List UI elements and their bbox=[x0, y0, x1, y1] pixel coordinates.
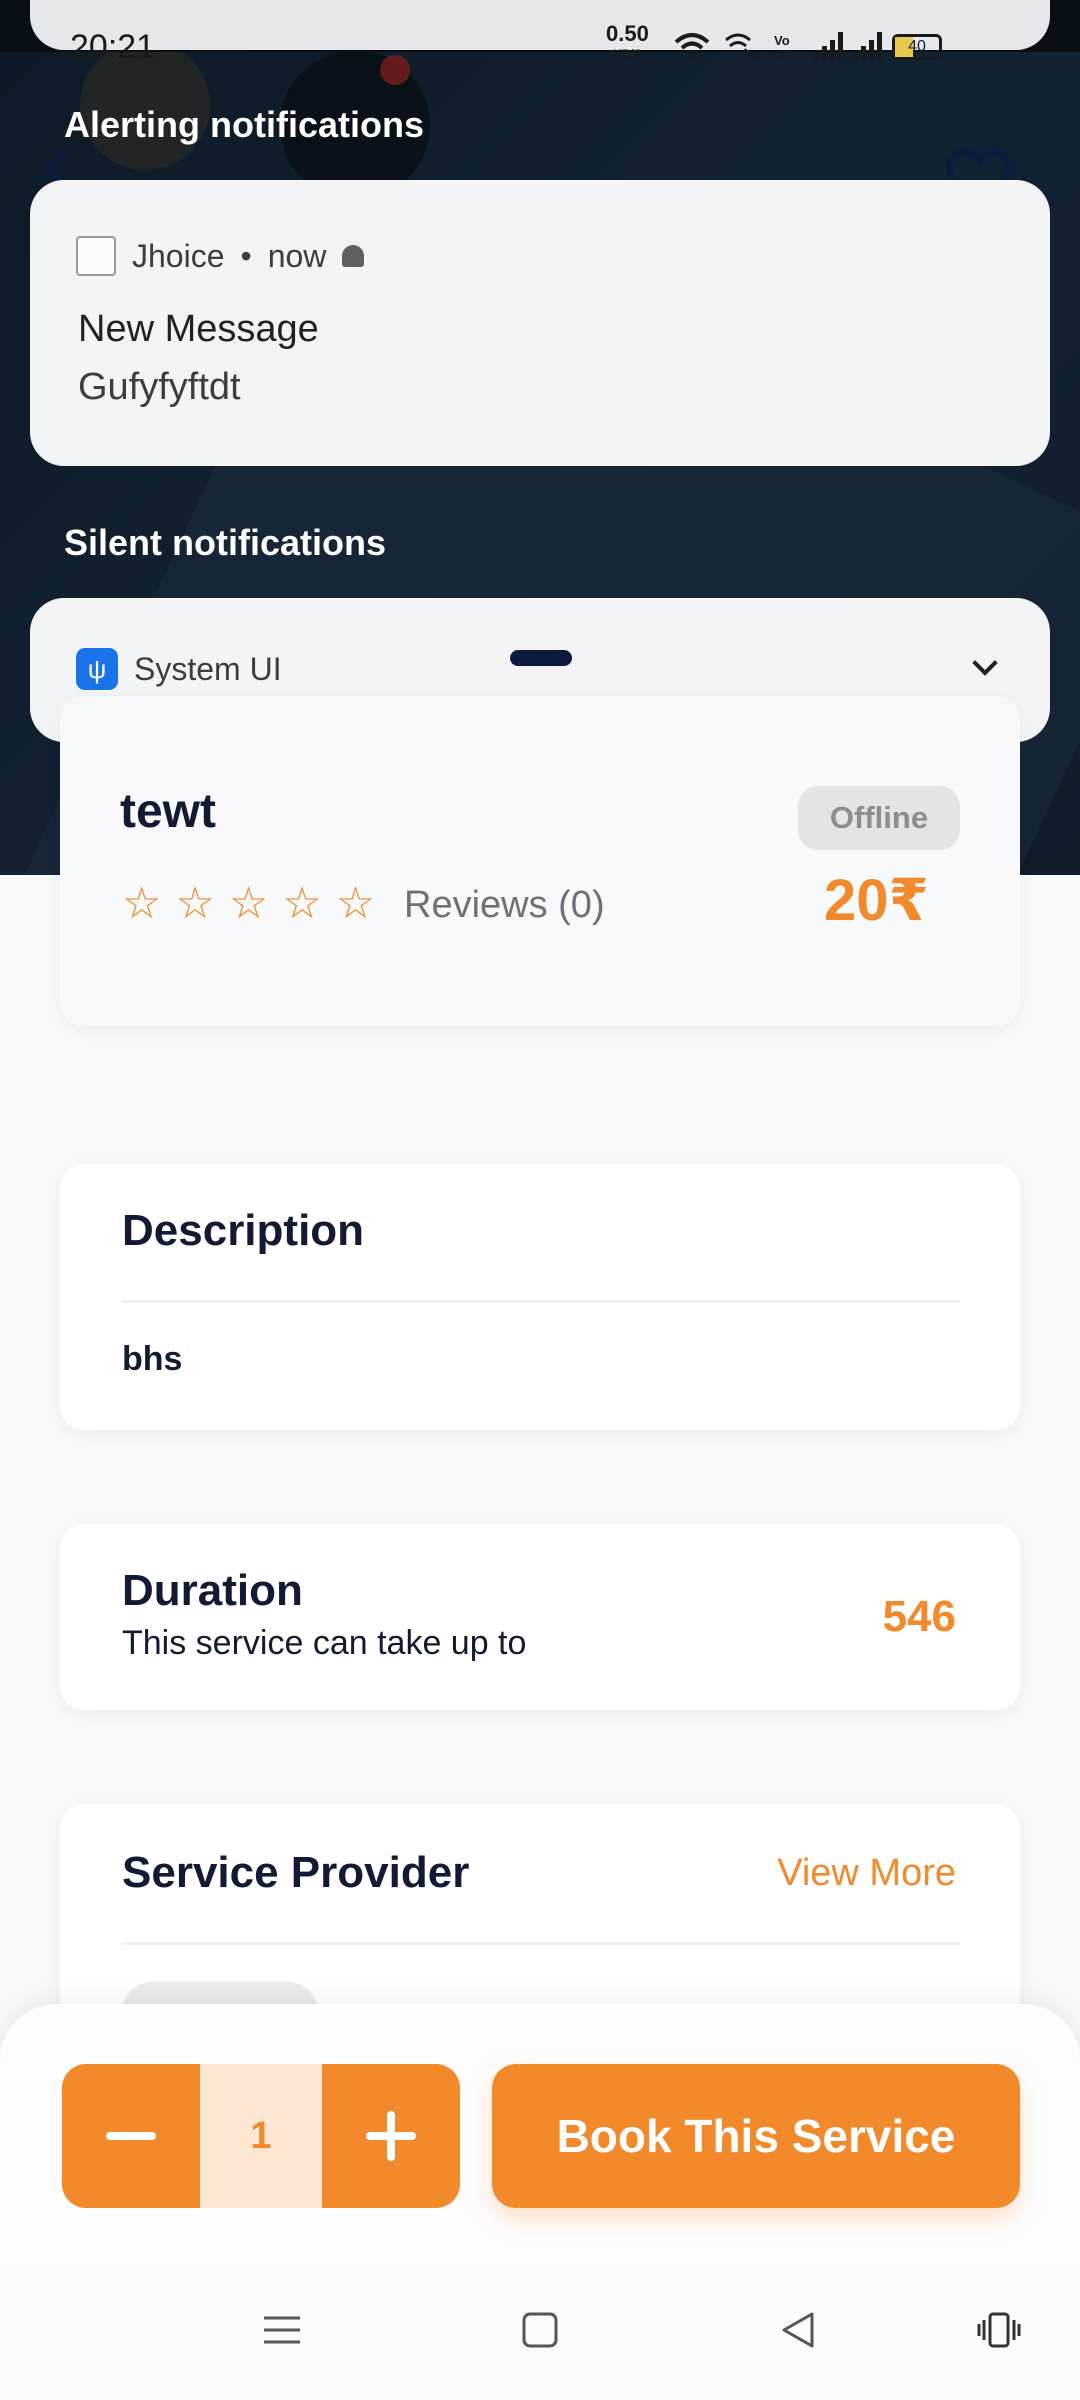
notification-text: Gufyfyftdt bbox=[78, 366, 241, 408]
provider-title: Service Provider bbox=[122, 1848, 470, 1897]
star-icon: ☆ bbox=[122, 879, 162, 928]
star-icon: ☆ bbox=[282, 879, 322, 928]
description-card: Description bhs bbox=[60, 1164, 1020, 1430]
svg-text:LTE: LTE bbox=[774, 49, 794, 60]
star-icon: ☆ bbox=[335, 879, 376, 928]
increase-quantity-button[interactable] bbox=[322, 2064, 460, 2208]
notification-app-name: Jhoice bbox=[132, 237, 225, 274]
notification-app-name: System UI bbox=[134, 650, 282, 687]
usb-icon: ψ bbox=[76, 648, 118, 690]
star-icon: ☆ bbox=[228, 879, 269, 928]
book-service-button[interactable]: Book This Service bbox=[492, 2064, 1020, 2208]
status-bar: 20:21 0.50 KB/S Vo LTE 40 bbox=[0, 0, 1080, 66]
duration-value: 546 bbox=[882, 1592, 956, 1641]
clock: 20:21 bbox=[70, 28, 156, 66]
signal-strength-2-icon bbox=[853, 32, 882, 60]
network-speed: 0.50 KB/S bbox=[606, 21, 649, 62]
wifi-calling-icon bbox=[725, 33, 758, 60]
volte-icon: VoLTE bbox=[774, 33, 794, 60]
signal-strength-icon bbox=[814, 32, 843, 60]
alert-notification[interactable]: Jhoice • now New Message Gufyfyftdt bbox=[30, 180, 1050, 466]
service-provider-card: Service Provider View More bbox=[60, 1804, 1020, 2042]
back-triangle-icon[interactable] bbox=[778, 2310, 818, 2350]
battery-icon: 40 bbox=[892, 34, 942, 60]
view-more-link[interactable]: View More bbox=[777, 1852, 956, 1895]
divider bbox=[122, 1942, 960, 1945]
chevron-down-icon[interactable] bbox=[972, 650, 998, 676]
menu-icon[interactable] bbox=[262, 2310, 302, 2350]
status-badge: Offline bbox=[798, 786, 960, 850]
service-price: 20₹ bbox=[824, 868, 929, 933]
decrease-quantity-button[interactable] bbox=[62, 2064, 200, 2208]
notification-time: now bbox=[267, 237, 327, 274]
alerting-notifications-title: Alerting notifications bbox=[64, 104, 424, 145]
service-name: tewt bbox=[120, 785, 216, 838]
sheet-drag-handle[interactable] bbox=[510, 650, 572, 666]
description-text: bhs bbox=[122, 1340, 183, 1378]
app-icon bbox=[76, 236, 116, 276]
bell-icon bbox=[342, 245, 365, 267]
svg-text:Vo: Vo bbox=[774, 33, 790, 48]
duration-subtitle: This service can take up to bbox=[122, 1624, 527, 1662]
divider bbox=[122, 1300, 960, 1303]
vibrate-mode-icon[interactable] bbox=[976, 2310, 1022, 2350]
quantity-value: 1 bbox=[200, 2064, 322, 2208]
notification-title: New Message bbox=[78, 308, 319, 350]
wifi-icon bbox=[674, 33, 710, 59]
booking-bar: 1 Book This Service bbox=[0, 2004, 1080, 2266]
system-navigation-bar bbox=[0, 2266, 1080, 2400]
reviews-count: Reviews (0) bbox=[404, 884, 605, 926]
duration-title: Duration bbox=[122, 1566, 303, 1615]
duration-card: Duration This service can take up to 546 bbox=[60, 1524, 1020, 1710]
quantity-stepper: 1 bbox=[62, 2064, 460, 2208]
rating-stars: ☆ ☆ ☆ ☆ ☆ bbox=[122, 882, 375, 926]
service-summary-card: tewt ☆ ☆ ☆ ☆ ☆ Reviews (0) Offline 20₹ bbox=[60, 696, 1020, 1026]
silent-notifications-title: Silent notifications bbox=[64, 522, 387, 563]
home-square-icon[interactable] bbox=[520, 2310, 560, 2350]
description-title: Description bbox=[122, 1206, 365, 1255]
star-icon: ☆ bbox=[175, 879, 215, 928]
